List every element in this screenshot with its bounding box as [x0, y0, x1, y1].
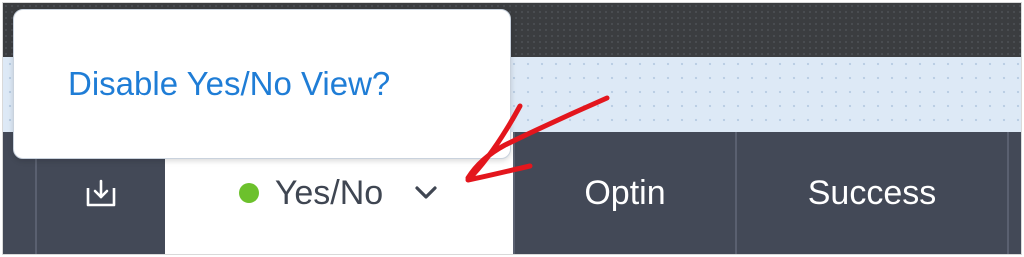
chevron-down-icon[interactable] — [413, 184, 439, 202]
disable-view-popover: Disable Yes/No View? — [13, 9, 511, 159]
tab-success-label: Success — [807, 173, 937, 212]
active-status-dot — [238, 183, 259, 203]
disable-yes-no-view-link[interactable]: Disable Yes/No View? — [68, 65, 390, 103]
tab-optin[interactable]: Optin — [513, 132, 735, 254]
view-switcher-screenshot: Yes/No Optin Success Disable Yes/No View… — [2, 2, 1022, 255]
tab-right-edge — [1007, 132, 1021, 254]
tab-success[interactable]: Success — [735, 132, 1007, 254]
tab-optin-label: Optin — [584, 173, 666, 212]
export-download-icon — [86, 179, 116, 207]
tab-yes-no-label: Yes/No — [274, 173, 384, 212]
